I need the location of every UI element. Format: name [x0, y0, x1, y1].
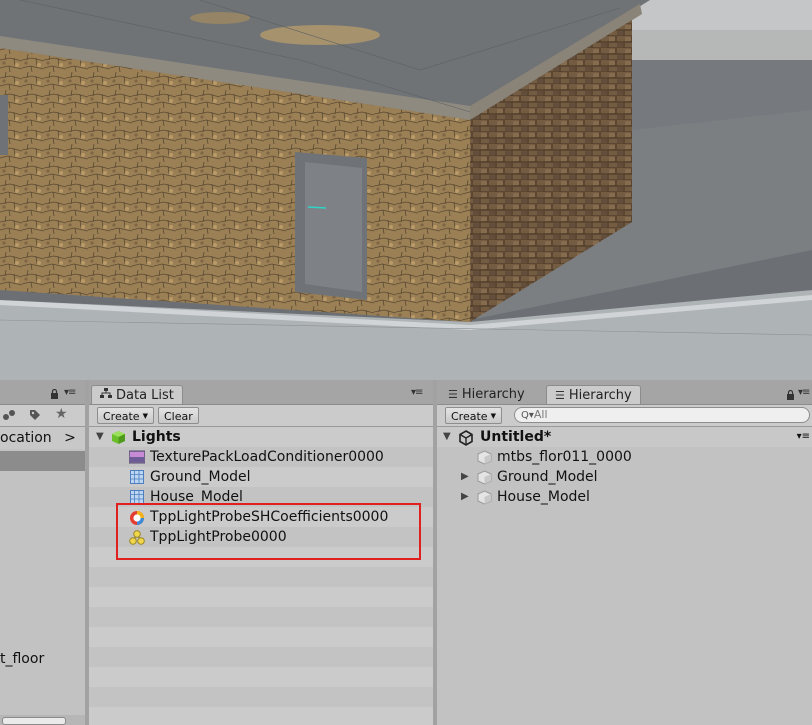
row-stripe — [89, 607, 433, 627]
item-label: House_Model — [497, 489, 590, 505]
panel-menu-icon[interactable]: ▾≡ — [798, 387, 810, 398]
row-stripe — [89, 687, 433, 707]
scene-view[interactable] — [0, 0, 812, 380]
scene-menu-icon[interactable]: ▾≡ — [797, 427, 810, 447]
clear-button[interactable]: Clear — [158, 407, 199, 424]
gameobject-icon — [477, 450, 492, 465]
row-stripe — [89, 567, 433, 587]
scene-render — [0, 0, 812, 380]
row-stripe — [89, 647, 433, 667]
search-icon: Q▾ — [521, 410, 534, 421]
panel-menu-icon[interactable]: ▾≡ — [64, 387, 76, 398]
hierarchy-body: ▼ Untitled* ▾≡ mtbs_flor011_0000 ▶ Groun… — [437, 427, 812, 725]
create-label: Create — [103, 410, 140, 423]
data-list-toolbar: Create ▼ Clear — [89, 405, 433, 427]
tag-icon[interactable] — [28, 408, 42, 422]
row-stripe — [89, 667, 433, 687]
scene-row[interactable]: ▼ Untitled* ▾≡ — [437, 427, 812, 447]
hierarchy-list-icon: ☰ — [555, 389, 565, 402]
hierarchy-panel: ☰ Hierarchy ☰ Hierarchy ▾≡ Create ▼ Q▾All ▼… — [437, 380, 812, 725]
grid-model-icon — [130, 490, 144, 504]
create-dropdown-button[interactable]: Create ▼ — [445, 407, 502, 424]
item-label: Ground_Model — [150, 469, 251, 485]
horizontal-scrollbar[interactable] — [0, 715, 85, 725]
breadcrumb-item[interactable]: ocation — [0, 430, 52, 446]
row-stripe — [89, 587, 433, 607]
item-label: Ground_Model — [497, 469, 598, 485]
hierarchy-tabbar: ☰ Hierarchy ☰ Hierarchy ▾≡ — [437, 380, 812, 405]
row-stripe — [89, 627, 433, 647]
hierarchy-item[interactable]: ▶ Ground_Model — [437, 467, 812, 487]
expand-arrow-icon[interactable]: ▶ — [461, 487, 469, 507]
search-placeholder: All — [533, 408, 548, 421]
tree-root-label: Lights — [132, 429, 181, 445]
star-icon[interactable]: ★ — [55, 406, 68, 422]
expand-arrow-icon[interactable]: ▼ — [96, 427, 104, 447]
hierarchy-icon — [100, 386, 112, 405]
breadcrumb-separator: > — [64, 430, 76, 446]
hierarchy-toolbar: Create ▼ Q▾All — [437, 405, 812, 427]
data-list-tabbar: Data List ▾≡ — [89, 380, 433, 405]
tab-label: Hierarchy — [568, 388, 632, 403]
lock-icon[interactable] — [50, 388, 59, 402]
clear-label: Clear — [164, 410, 193, 423]
list-item[interactable]: t_floor — [0, 651, 44, 667]
tab-hierarchy-active[interactable]: ☰ Hierarchy — [546, 385, 641, 404]
object-icon[interactable] — [2, 408, 16, 422]
item-label: TexturePackLoadConditioner0000 — [150, 449, 384, 465]
scrollbar-thumb[interactable] — [2, 717, 66, 725]
editor-panels: ▾≡ ★ ocation > s t_floor Data — [0, 380, 812, 725]
dropdown-arrow-icon: ▼ — [490, 412, 496, 420]
unity-logo-icon — [458, 430, 473, 446]
data-list-panel: Data List ▾≡ Create ▼ Clear ▼ Lights Tex… — [89, 380, 433, 725]
lock-icon[interactable] — [786, 389, 795, 404]
data-list-body: ▼ Lights TexturePackLoadConditioner0000 … — [89, 427, 433, 725]
row-stripe — [89, 707, 433, 725]
create-dropdown-button[interactable]: Create ▼ — [97, 407, 154, 424]
create-label: Create — [451, 410, 488, 423]
data-list-item[interactable]: TexturePackLoadConditioner0000 — [89, 447, 433, 467]
grid-model-icon — [130, 470, 144, 484]
search-input[interactable]: Q▾All — [514, 407, 810, 423]
highlight-box — [116, 503, 421, 560]
gameobject-icon — [477, 470, 492, 485]
hierarchy-item[interactable]: mtbs_flor011_0000 — [437, 447, 812, 467]
cube-green-icon — [111, 430, 125, 444]
item-label: mtbs_flor011_0000 — [497, 449, 632, 465]
tree-root-lights[interactable]: ▼ Lights — [89, 427, 433, 447]
tab-hierarchy[interactable]: ☰ Hierarchy — [440, 385, 533, 404]
selected-row[interactable] — [0, 451, 85, 471]
expand-arrow-icon[interactable]: ▶ — [461, 467, 469, 487]
left-panel-toolbar: ★ — [0, 405, 85, 427]
expand-arrow-icon[interactable]: ▼ — [443, 427, 451, 447]
gameobject-icon — [477, 490, 492, 505]
data-list-item[interactable]: Ground_Model — [89, 467, 433, 487]
left-panel-tabbar: ▾≡ — [0, 380, 85, 405]
left-panel: ▾≡ ★ ocation > s t_floor — [0, 380, 85, 725]
tab-data-list[interactable]: Data List — [91, 385, 183, 404]
tab-label: Hierarchy — [461, 387, 525, 402]
tab-label: Data List — [116, 388, 174, 403]
breadcrumb: ocation > s — [0, 427, 85, 449]
hierarchy-list-icon: ☰ — [448, 388, 458, 401]
texture-pack-icon — [128, 450, 146, 464]
dropdown-arrow-icon: ▼ — [142, 412, 148, 420]
scene-label: Untitled* — [480, 429, 552, 445]
panel-menu-icon[interactable]: ▾≡ — [411, 387, 423, 398]
hierarchy-item[interactable]: ▶ House_Model — [437, 487, 812, 507]
